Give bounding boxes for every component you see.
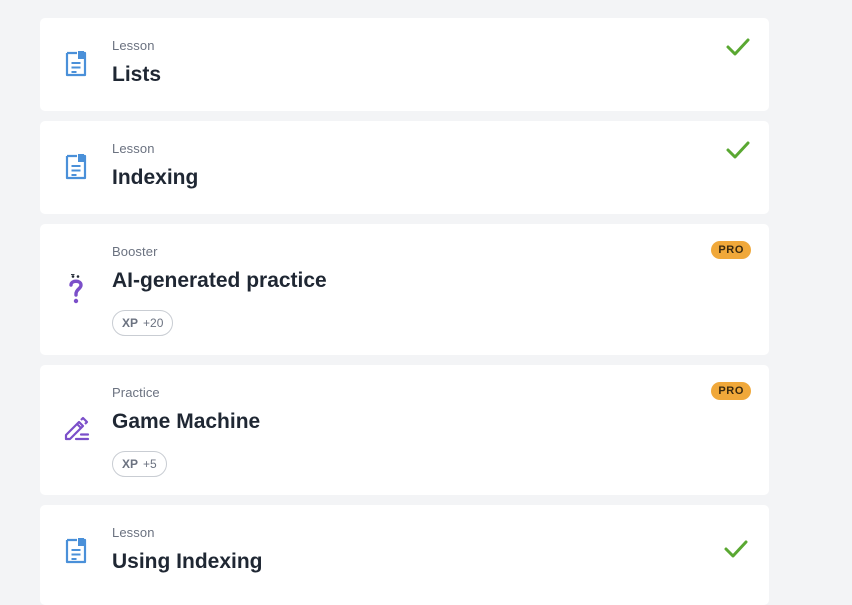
check-icon — [726, 141, 750, 159]
lesson-card-using-indexing[interactable]: Lesson Using Indexing — [40, 505, 769, 605]
card-type-label: Lesson — [112, 141, 155, 156]
card-type-label: Lesson — [112, 38, 155, 53]
xp-value: +5 — [143, 457, 157, 471]
xp-label: XP — [122, 457, 139, 471]
pro-badge: PRO — [711, 382, 751, 400]
booster-card-ai-practice[interactable]: Booster AI-generated practice PRO XP +20 — [40, 224, 769, 355]
practice-card-game-machine[interactable]: Practice Game Machine PRO XP +5 — [40, 365, 769, 495]
card-type-label: Practice — [112, 385, 160, 400]
xp-chip: XP +5 — [112, 451, 167, 477]
card-title: Game Machine — [112, 410, 261, 433]
lesson-doc-icon — [62, 50, 90, 78]
xp-label: XP — [122, 316, 139, 330]
lesson-card-lists[interactable]: Lesson Lists — [40, 18, 769, 111]
card-title: Lists — [112, 63, 162, 86]
check-icon — [724, 540, 748, 558]
xp-chip: XP +20 — [112, 310, 174, 336]
card-type-label: Lesson — [112, 525, 155, 540]
lesson-doc-icon — [62, 153, 90, 181]
pro-badge: PRO — [711, 241, 751, 259]
card-title: Indexing — [112, 166, 199, 189]
lesson-doc-icon — [62, 537, 90, 565]
card-title: AI-generated practice — [112, 269, 327, 292]
check-icon — [726, 38, 750, 56]
lesson-card-indexing[interactable]: Lesson Indexing — [40, 121, 769, 214]
pencil-edit-icon — [62, 415, 90, 443]
xp-value: +20 — [143, 316, 164, 330]
card-type-label: Booster — [112, 244, 158, 259]
question-mark-icon — [62, 274, 90, 304]
card-title: Using Indexing — [112, 550, 263, 573]
